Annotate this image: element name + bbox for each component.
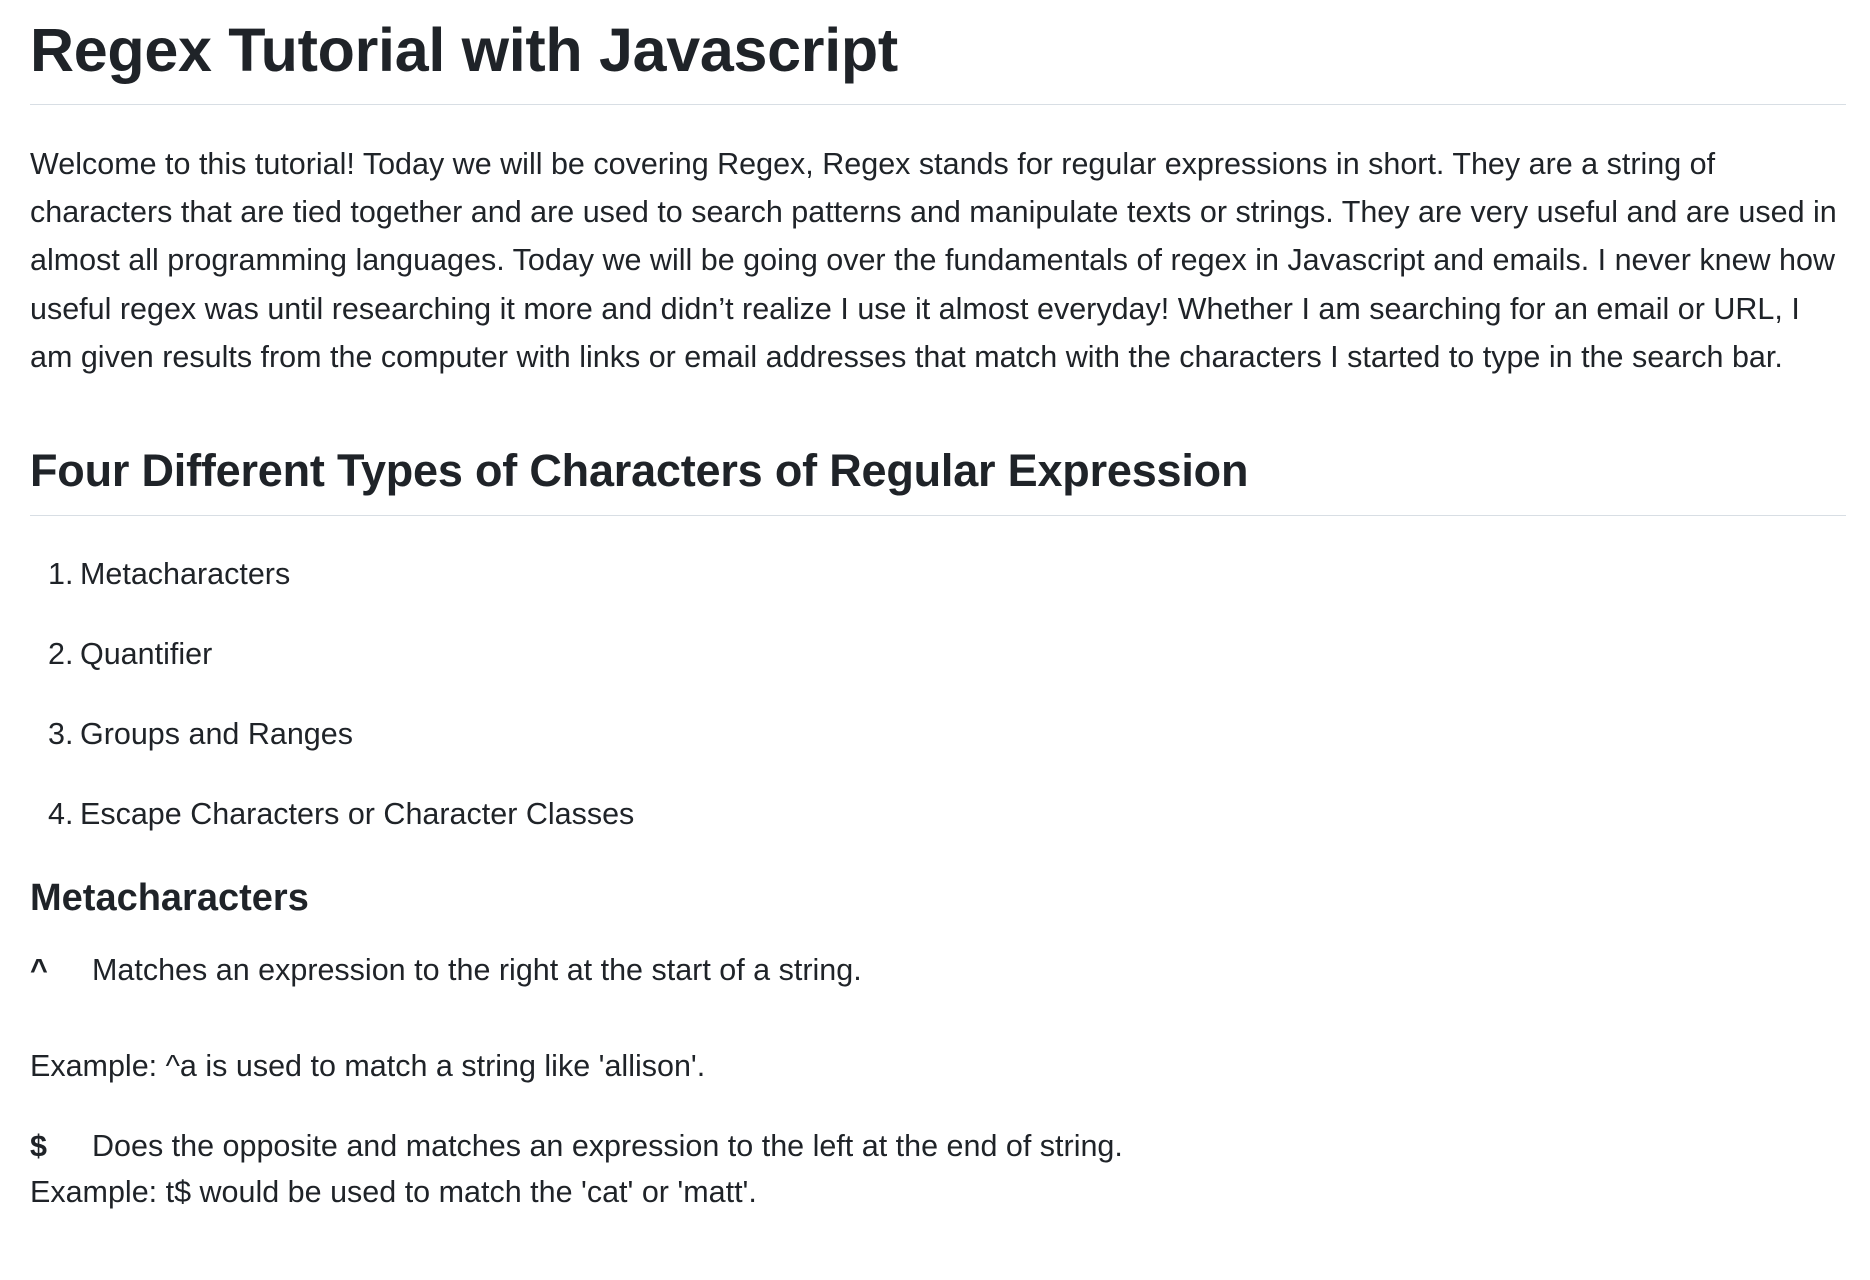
- list-item-label: Escape Characters or Character Classes: [80, 797, 635, 832]
- metachar-example: Example: t$ would be used to match the '…: [30, 1175, 757, 1210]
- list-item-number: 2.: [48, 637, 74, 672]
- metachar-description: Matches an expression to the right at th…: [92, 953, 862, 988]
- list-item-label: Groups and Ranges: [80, 717, 353, 752]
- page-title: Regex Tutorial with Javascript: [30, 16, 898, 84]
- metachar-row-caret: ^ Matches an expression to the right at …: [30, 948, 1846, 992]
- list-item: 1. Metacharacters: [30, 554, 1846, 594]
- list-item-number: 1.: [48, 557, 74, 592]
- metachar-symbol: ^: [30, 953, 48, 988]
- document-page: Regex Tutorial with Javascript Welcome t…: [0, 0, 1870, 1280]
- list-item-number: 3.: [48, 717, 74, 752]
- list-item-number: 4.: [48, 797, 74, 832]
- list-item: 2. Quantifier: [30, 634, 1846, 674]
- list-item-label: Metacharacters: [80, 557, 291, 592]
- section-divider: [30, 515, 1846, 517]
- types-list: 1. Metacharacters 2. Quantifier 3. Group…: [30, 554, 1846, 834]
- title-divider: [30, 104, 1846, 105]
- metachar-description: Does the opposite and matches an express…: [92, 1129, 1123, 1164]
- metachar-symbol: $: [30, 1129, 47, 1164]
- list-item-label: Quantifier: [80, 637, 213, 672]
- metachar-row-dollar: $ Does the opposite and matches an expre…: [30, 1124, 1846, 1168]
- intro-paragraph: Welcome to this tutorial! Today we will …: [30, 147, 1837, 374]
- list-item: 3. Groups and Ranges: [30, 714, 1846, 754]
- metachar-example: Example: ^a is used to match a string li…: [30, 1049, 706, 1084]
- list-item: 4. Escape Characters or Character Classe…: [30, 794, 1846, 834]
- section-title-types: Four Different Types of Characters of Re…: [30, 445, 1249, 497]
- subsection-title-metacharacters: Metacharacters: [30, 877, 309, 920]
